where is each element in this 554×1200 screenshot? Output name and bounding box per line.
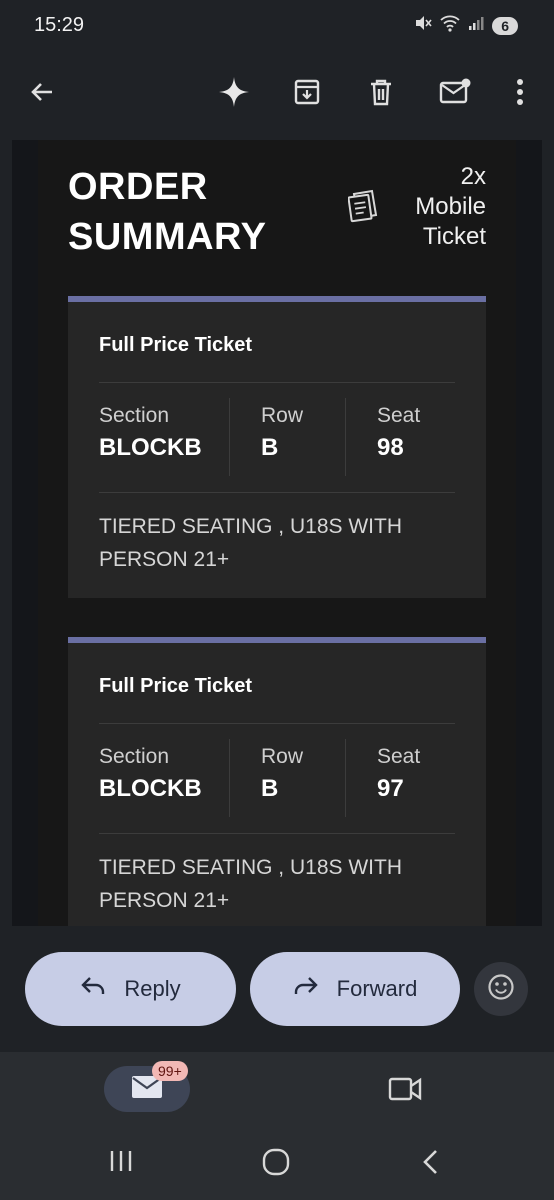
divider: [99, 382, 455, 383]
mute-icon: [414, 14, 432, 37]
row-label: Row: [261, 404, 304, 427]
mark-unread-icon[interactable]: [435, 72, 475, 112]
ticket-card: Full Price Ticket Section BLOCKB Row B S…: [68, 296, 486, 598]
more-vert-icon[interactable]: [500, 72, 540, 112]
divider: [99, 723, 455, 724]
ticket-description: TIERED SEATING , U18S WITH PERSON 21+: [99, 851, 439, 917]
ticket-quantity: 2x Mobile Ticket: [415, 162, 486, 252]
forward-button[interactable]: Forward: [250, 952, 460, 1026]
description-line: TIERED SEATING , U18S WITH: [99, 856, 402, 879]
video-camera-icon: [388, 1077, 422, 1106]
section-value: BLOCKB: [99, 434, 202, 461]
back-arrow-icon[interactable]: [22, 72, 62, 112]
seat-value: 98: [377, 434, 404, 461]
row-value: B: [261, 434, 279, 461]
description-line: TIERED SEATING , U18S WITH: [99, 515, 402, 538]
order-summary-title: ORDER SUMMARY: [68, 162, 266, 262]
column-divider: [345, 398, 346, 476]
battery-indicator: 6: [492, 16, 518, 35]
ticket-card: Full Price Ticket Section BLOCKB Row B S…: [68, 637, 486, 926]
bottom-navigation: 99+: [0, 1052, 554, 1200]
seat-label: Seat: [377, 404, 421, 427]
qty-line: Mobile: [415, 193, 486, 220]
divider: [99, 833, 455, 834]
wifi-icon: [440, 14, 460, 37]
section-column: Section BLOCKB: [99, 404, 202, 462]
emoji-reaction-button[interactable]: [474, 962, 528, 1016]
title-line: ORDER: [68, 166, 208, 208]
description-line: PERSON 21+: [99, 889, 230, 912]
column-divider: [229, 398, 230, 476]
column-divider: [229, 739, 230, 817]
forward-label: Forward: [336, 976, 418, 1001]
section-value: BLOCKB: [99, 775, 202, 802]
seat-column: Seat 98: [377, 404, 420, 462]
email-toolbar: [0, 54, 554, 140]
status-icons: 6: [414, 14, 518, 37]
seat-column: Seat 97: [377, 745, 420, 803]
description-line: PERSON 21+: [99, 548, 230, 571]
back-nav-icon[interactable]: [420, 1148, 440, 1181]
seat-details: Section BLOCKB Row B Seat 97: [68, 739, 486, 825]
reply-label: Reply: [124, 976, 181, 1001]
reply-button[interactable]: Reply: [25, 952, 236, 1026]
status-bar: 15:29 6: [0, 0, 554, 54]
trash-icon[interactable]: [361, 72, 401, 112]
unread-badge: 99+: [152, 1061, 188, 1081]
row-column: Row B: [261, 745, 303, 803]
home-icon[interactable]: [262, 1148, 290, 1181]
row-label: Row: [261, 745, 304, 768]
qty-line: 2x: [460, 163, 486, 190]
archive-icon[interactable]: [287, 72, 327, 112]
meet-tab[interactable]: [388, 1076, 422, 1107]
seat-label: Seat: [377, 745, 421, 768]
ticket-type: Full Price Ticket: [99, 334, 253, 356]
row-column: Row B: [261, 404, 303, 462]
reply-icon: [80, 975, 106, 1003]
row-value: B: [261, 775, 279, 802]
forward-icon: [293, 975, 319, 1003]
smiley-icon: [487, 973, 515, 1006]
section-label: Section: [99, 404, 170, 427]
sparkle-icon[interactable]: [214, 72, 254, 112]
column-divider: [345, 739, 346, 817]
recent-apps-icon[interactable]: [108, 1148, 134, 1179]
status-time: 15:29: [34, 14, 85, 36]
seat-value: 97: [377, 775, 404, 802]
email-body: ORDER SUMMARY 2x Mobile Ticket Full Pric…: [12, 140, 542, 926]
section-column: Section BLOCKB: [99, 745, 202, 803]
order-summary-panel: ORDER SUMMARY 2x Mobile Ticket Full Pric…: [38, 140, 516, 926]
qty-line: Ticket: [422, 223, 486, 250]
section-label: Section: [99, 745, 170, 768]
ticket-description: TIERED SEATING , U18S WITH PERSON 21+: [99, 510, 439, 576]
ticket-type: Full Price Ticket: [99, 675, 253, 697]
divider: [99, 492, 455, 493]
signal-icon: [468, 15, 484, 36]
ticket-icon: [347, 188, 384, 229]
seat-details: Section BLOCKB Row B Seat 98: [68, 398, 486, 484]
title-line: SUMMARY: [68, 216, 267, 258]
